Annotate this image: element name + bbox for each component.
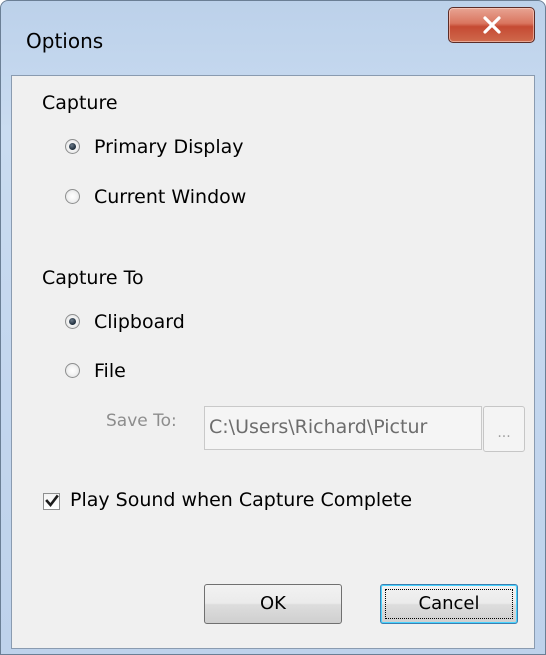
radio-clipboard-label[interactable]: Clipboard (94, 311, 185, 333)
checkmark-icon (45, 494, 59, 508)
close-button[interactable] (448, 7, 535, 43)
cancel-button-label: Cancel (418, 593, 480, 614)
save-to-label: Save To: (106, 411, 177, 431)
radio-clipboard[interactable] (65, 314, 80, 329)
title-bar[interactable]: Options (1, 1, 545, 79)
save-to-path-field[interactable]: C:\Users\Richard\Pictur (204, 406, 482, 450)
browse-button[interactable]: ... (483, 406, 525, 452)
dialog-title: Options (26, 29, 104, 53)
play-sound-checkbox[interactable] (43, 493, 60, 510)
ok-button[interactable]: OK (204, 584, 342, 624)
close-icon (483, 16, 501, 34)
radio-selected-dot (69, 318, 76, 325)
options-dialog: Options Capture Primary Display Current … (0, 0, 546, 655)
capture-to-heading: Capture To (42, 267, 144, 289)
radio-selected-dot (69, 143, 76, 150)
play-sound-label[interactable]: Play Sound when Capture Complete (70, 489, 412, 511)
options-panel: Capture Primary Display Current Window C… (11, 75, 535, 649)
capture-heading: Capture (42, 92, 118, 114)
radio-file-label[interactable]: File (94, 360, 126, 382)
cancel-button[interactable]: Cancel (380, 584, 518, 624)
radio-current-window[interactable] (65, 189, 80, 204)
radio-primary-display-label[interactable]: Primary Display (94, 136, 244, 158)
radio-primary-display[interactable] (65, 139, 80, 154)
radio-file[interactable] (65, 363, 80, 378)
radio-current-window-label[interactable]: Current Window (94, 186, 246, 208)
